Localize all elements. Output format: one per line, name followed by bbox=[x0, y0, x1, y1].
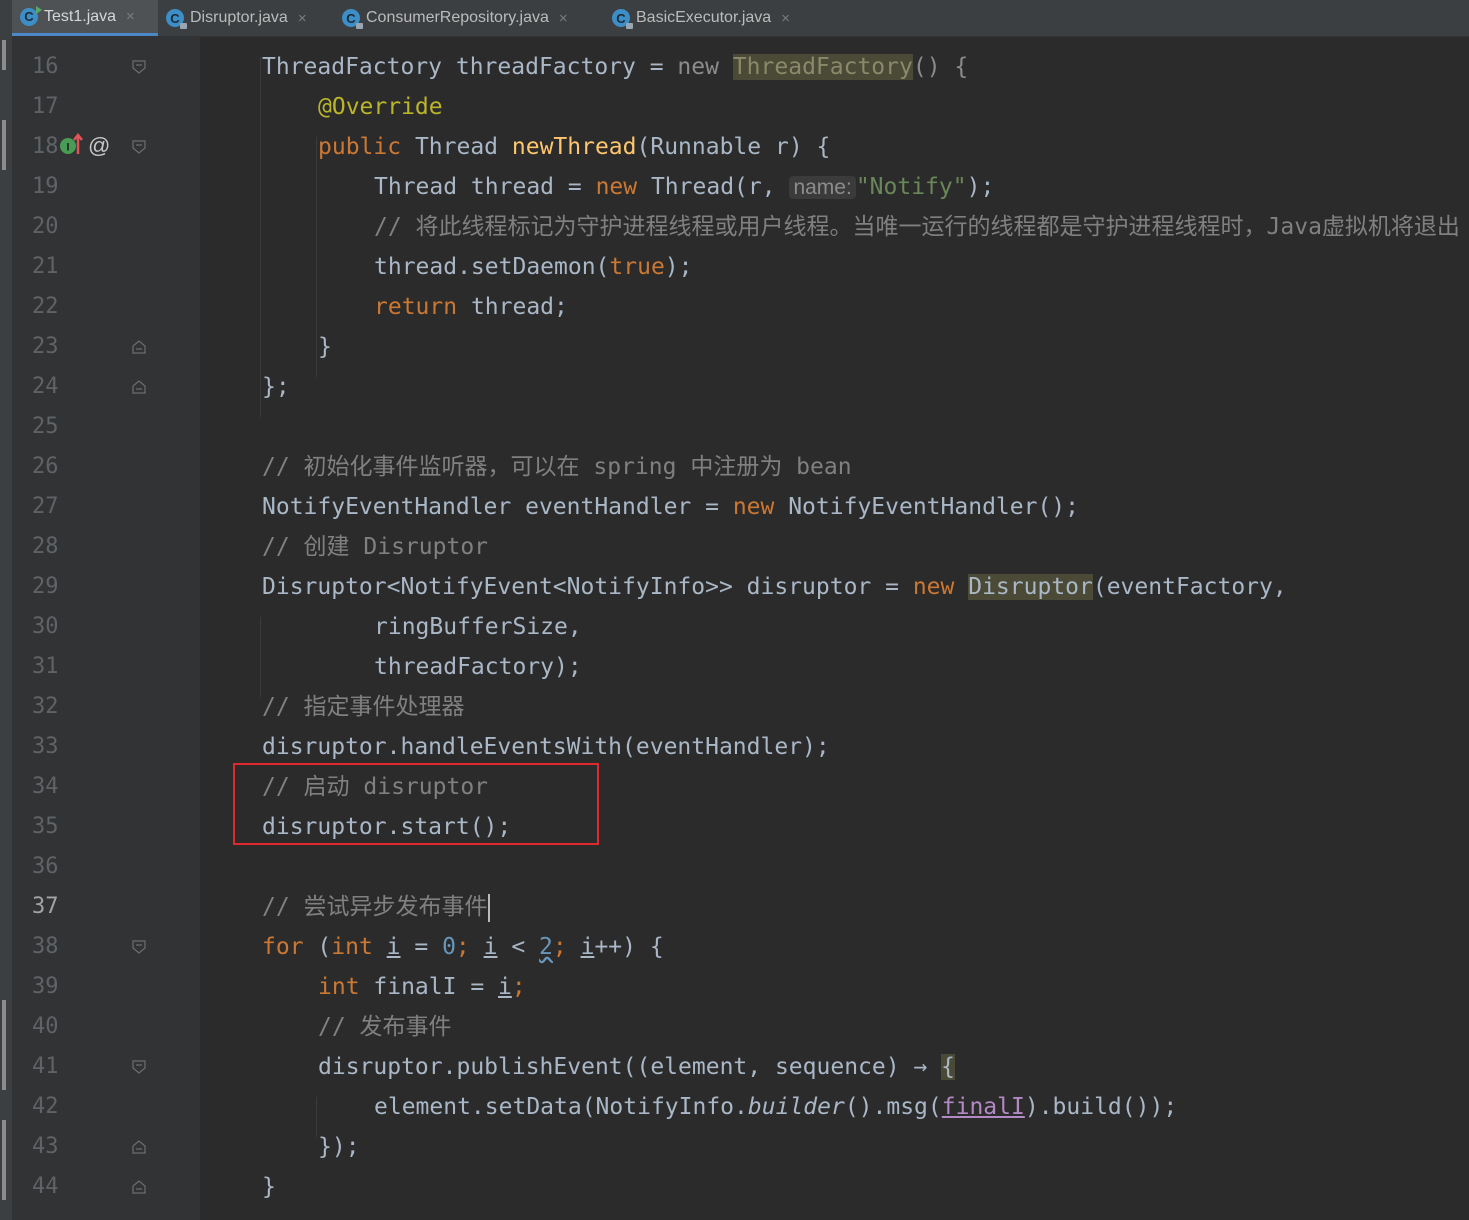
run-class-icon: C bbox=[20, 5, 42, 26]
code-line-19[interactable]: Thread thread = new Thread(r, name: "Noti… bbox=[374, 167, 994, 207]
code-line-43[interactable]: }); bbox=[318, 1127, 360, 1167]
code-line-30[interactable]: ringBufferSize, bbox=[374, 607, 582, 647]
code-line-18[interactable]: public Thread newThread(Runnable r) { bbox=[318, 127, 830, 167]
text-caret bbox=[487, 893, 490, 922]
class-locked-icon: C bbox=[612, 9, 633, 29]
highlight-annotation-box bbox=[233, 763, 599, 845]
code-line-24[interactable]: }; bbox=[262, 367, 290, 407]
strip-marker[interactable] bbox=[2, 1000, 6, 1090]
code-line-22[interactable]: return thread; bbox=[374, 287, 568, 327]
tab-test1[interactable]: C Test1.java × bbox=[12, 0, 158, 36]
tab-basic-executor[interactable]: C BasicExecutor.java × bbox=[604, 0, 824, 36]
line-number[interactable]: 29 bbox=[32, 567, 72, 607]
strip-marker[interactable] bbox=[2, 1120, 6, 1200]
code-line-20[interactable]: // 将此线程标记为守护进程线程或用户线程。当唯一运行的线程都是守护进程线程时，… bbox=[374, 207, 1460, 247]
close-icon[interactable]: × bbox=[298, 10, 307, 27]
implements-method-icon[interactable]: I bbox=[58, 132, 84, 162]
line-number[interactable]: 19 bbox=[32, 167, 72, 207]
fold-collapse-icon[interactable] bbox=[132, 940, 146, 954]
strip-marker[interactable] bbox=[2, 40, 6, 70]
editor-tab-bar: C Test1.java × C Disruptor.java × C Cons… bbox=[12, 0, 1469, 37]
tab-label: BasicExecutor.java bbox=[636, 9, 772, 26]
indent-guide bbox=[260, 57, 261, 417]
close-icon[interactable]: × bbox=[126, 8, 135, 25]
line-number[interactable]: 33 bbox=[32, 727, 72, 767]
line-number[interactable]: 42 bbox=[32, 1087, 72, 1127]
line-number[interactable]: 30 bbox=[32, 607, 72, 647]
code-line-27[interactable]: NotifyEventHandler eventHandler = new No… bbox=[262, 487, 1079, 527]
svg-text:I: I bbox=[66, 142, 69, 154]
code-editor[interactable]: ThreadFactory threadFactory = new Thread… bbox=[200, 37, 1469, 1220]
line-number[interactable]: 41 bbox=[32, 1047, 72, 1087]
line-number[interactable]: 23 bbox=[32, 327, 72, 367]
tab-label: Test1.java bbox=[44, 7, 117, 25]
code-line-41[interactable]: disruptor.publishEvent((element, sequenc… bbox=[318, 1047, 956, 1087]
indent-guide bbox=[316, 1097, 317, 1137]
code-line-32[interactable]: // 指定事件处理器 bbox=[262, 687, 465, 727]
code-line-40[interactable]: // 发布事件 bbox=[318, 1007, 452, 1047]
line-number[interactable]: 37 bbox=[32, 887, 72, 927]
code-line-26[interactable]: // 初始化事件监听器，可以在 spring 中注册为 bean bbox=[262, 447, 852, 487]
indent-guide bbox=[316, 137, 317, 377]
tab-disruptor[interactable]: C Disruptor.java × bbox=[158, 0, 334, 36]
line-number[interactable]: 32 bbox=[32, 687, 72, 727]
line-number[interactable]: 38 bbox=[32, 927, 72, 967]
line-number[interactable]: 27 bbox=[32, 487, 72, 527]
fold-end-icon[interactable] bbox=[132, 1180, 146, 1194]
line-number[interactable]: 24 bbox=[32, 367, 72, 407]
tab-label: ConsumerRepository.java bbox=[366, 9, 549, 26]
fold-end-icon[interactable] bbox=[132, 380, 146, 394]
line-number[interactable]: 39 bbox=[32, 967, 72, 1007]
line-number[interactable]: 28 bbox=[32, 527, 72, 567]
line-number[interactable]: 17 bbox=[32, 87, 72, 127]
class-locked-icon: C bbox=[342, 9, 363, 29]
line-number[interactable]: 34 bbox=[32, 767, 72, 807]
parameter-name-hint: name: bbox=[789, 176, 856, 199]
fold-collapse-icon[interactable] bbox=[132, 60, 146, 74]
close-icon[interactable]: × bbox=[781, 10, 790, 27]
tab-label: Disruptor.java bbox=[190, 9, 288, 26]
code-line-21[interactable]: thread.setDaemon(true); bbox=[374, 247, 693, 287]
line-number[interactable]: 31 bbox=[32, 647, 72, 687]
line-number[interactable]: 35 bbox=[32, 807, 72, 847]
code-line-17[interactable]: @Override bbox=[318, 87, 443, 127]
line-number[interactable]: 36 bbox=[32, 847, 72, 887]
fold-end-icon[interactable] bbox=[132, 340, 146, 354]
code-line-23[interactable]: } bbox=[318, 327, 332, 367]
indent-guide bbox=[260, 617, 261, 697]
code-line-28[interactable]: // 创建 Disruptor bbox=[262, 527, 488, 567]
line-number[interactable]: 25 bbox=[32, 407, 72, 447]
fold-collapse-icon[interactable] bbox=[132, 1060, 146, 1074]
code-line-37[interactable]: // 尝试异步发布事件 bbox=[262, 887, 490, 927]
annotation-marker-icon[interactable]: @ bbox=[88, 133, 110, 159]
line-number[interactable]: 26 bbox=[32, 447, 72, 487]
line-number[interactable]: 16 bbox=[32, 47, 72, 87]
class-locked-icon: C bbox=[166, 9, 187, 29]
code-line-44[interactable]: } bbox=[262, 1167, 276, 1207]
code-line-42[interactable]: element.setData(NotifyInfo.builder().msg… bbox=[374, 1087, 1177, 1127]
line-number[interactable]: 22 bbox=[32, 287, 72, 327]
fold-end-icon[interactable] bbox=[132, 1140, 146, 1154]
line-number[interactable]: 44 bbox=[32, 1167, 72, 1207]
code-line-29[interactable]: Disruptor<NotifyEvent<NotifyInfo>> disru… bbox=[262, 567, 1287, 607]
code-line-31[interactable]: threadFactory); bbox=[374, 647, 582, 687]
code-line-38[interactable]: for (int i = 0; i < 2; i++) { bbox=[262, 927, 664, 967]
editor-gutter[interactable]: 16 17 18 19 20 21 22 23 24 25 26 27 28 29 30 31 32 33 34 35… bbox=[12, 37, 200, 1220]
line-number[interactable]: 21 bbox=[32, 247, 72, 287]
line-number[interactable]: 40 bbox=[32, 1007, 72, 1047]
strip-marker[interactable] bbox=[2, 120, 6, 170]
fold-collapse-icon[interactable] bbox=[132, 140, 146, 154]
line-number[interactable]: 20 bbox=[32, 207, 72, 247]
tab-consumer-repository[interactable]: C ConsumerRepository.java × bbox=[334, 0, 604, 36]
line-number[interactable]: 43 bbox=[32, 1127, 72, 1167]
close-icon[interactable]: × bbox=[559, 10, 568, 27]
code-line-16[interactable]: ThreadFactory threadFactory = new Thread… bbox=[262, 47, 968, 87]
code-line-39[interactable]: int finalI = i; bbox=[318, 967, 526, 1007]
code-line-33[interactable]: disruptor.handleEventsWith(eventHandler)… bbox=[262, 727, 830, 767]
